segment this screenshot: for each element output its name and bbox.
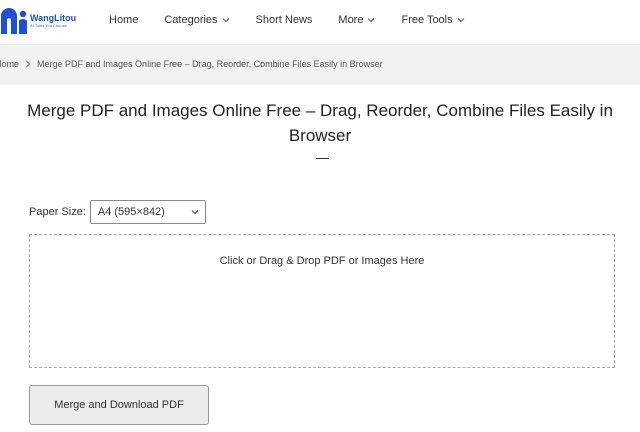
breadcrumb-current: Merge PDF and Images Online Free – Drag,… bbox=[37, 59, 383, 69]
chevron-right-icon bbox=[26, 60, 31, 68]
nav-item-short-news[interactable]: Short News bbox=[243, 0, 326, 40]
main-nav: Home Categories Short News More Free Too… bbox=[96, 0, 478, 40]
paper-size-row: Paper Size: A4 (595×842) bbox=[29, 199, 206, 225]
nav-item-label: Short News bbox=[255, 14, 313, 26]
chevron-down-icon bbox=[191, 210, 199, 215]
merge-download-button[interactable]: Merge and Download PDF bbox=[29, 385, 209, 425]
nav-item-label: Home bbox=[109, 14, 139, 26]
breadcrumb: Home Merge PDF and Images Online Free – … bbox=[0, 59, 383, 69]
brand-logo-icon bbox=[1, 8, 27, 34]
breadcrumb-home-link[interactable]: Home bbox=[0, 59, 19, 69]
nav-item-free-tools[interactable]: Free Tools bbox=[388, 0, 477, 40]
brand-name: WangLitou bbox=[30, 13, 77, 23]
nav-item-label: Categories bbox=[164, 14, 218, 26]
paper-size-select[interactable]: A4 (595×842) bbox=[89, 200, 206, 224]
paper-size-label: Paper Size: bbox=[29, 206, 86, 218]
chevron-down-icon bbox=[368, 18, 375, 23]
nav-item-label: Free Tools bbox=[401, 14, 453, 26]
dropzone-text: Click or Drag & Drop PDF or Images Here bbox=[219, 255, 425, 267]
brand-tagline: AI Tools You Choose bbox=[30, 23, 67, 28]
nav-item-home[interactable]: Home bbox=[96, 0, 151, 40]
nav-item-more[interactable]: More bbox=[325, 0, 388, 40]
file-dropzone[interactable]: Click or Drag & Drop PDF or Images Here bbox=[29, 234, 615, 368]
breadcrumb-bar: Home Merge PDF and Images Online Free – … bbox=[0, 45, 640, 85]
page-title: Merge PDF and Images Online Free – Drag,… bbox=[27, 101, 613, 145]
site-logo[interactable]: WangLitou AI Tools You Choose bbox=[0, 7, 76, 35]
chevron-down-icon bbox=[222, 18, 229, 23]
paper-size-value: A4 (595×842) bbox=[97, 206, 165, 218]
site-header: WangLitou AI Tools You Choose Home Categ… bbox=[0, 0, 640, 45]
nav-item-label: More bbox=[338, 14, 364, 26]
nav-item-categories[interactable]: Categories bbox=[151, 0, 242, 40]
title-divider bbox=[316, 158, 329, 159]
chevron-down-icon bbox=[457, 18, 464, 23]
